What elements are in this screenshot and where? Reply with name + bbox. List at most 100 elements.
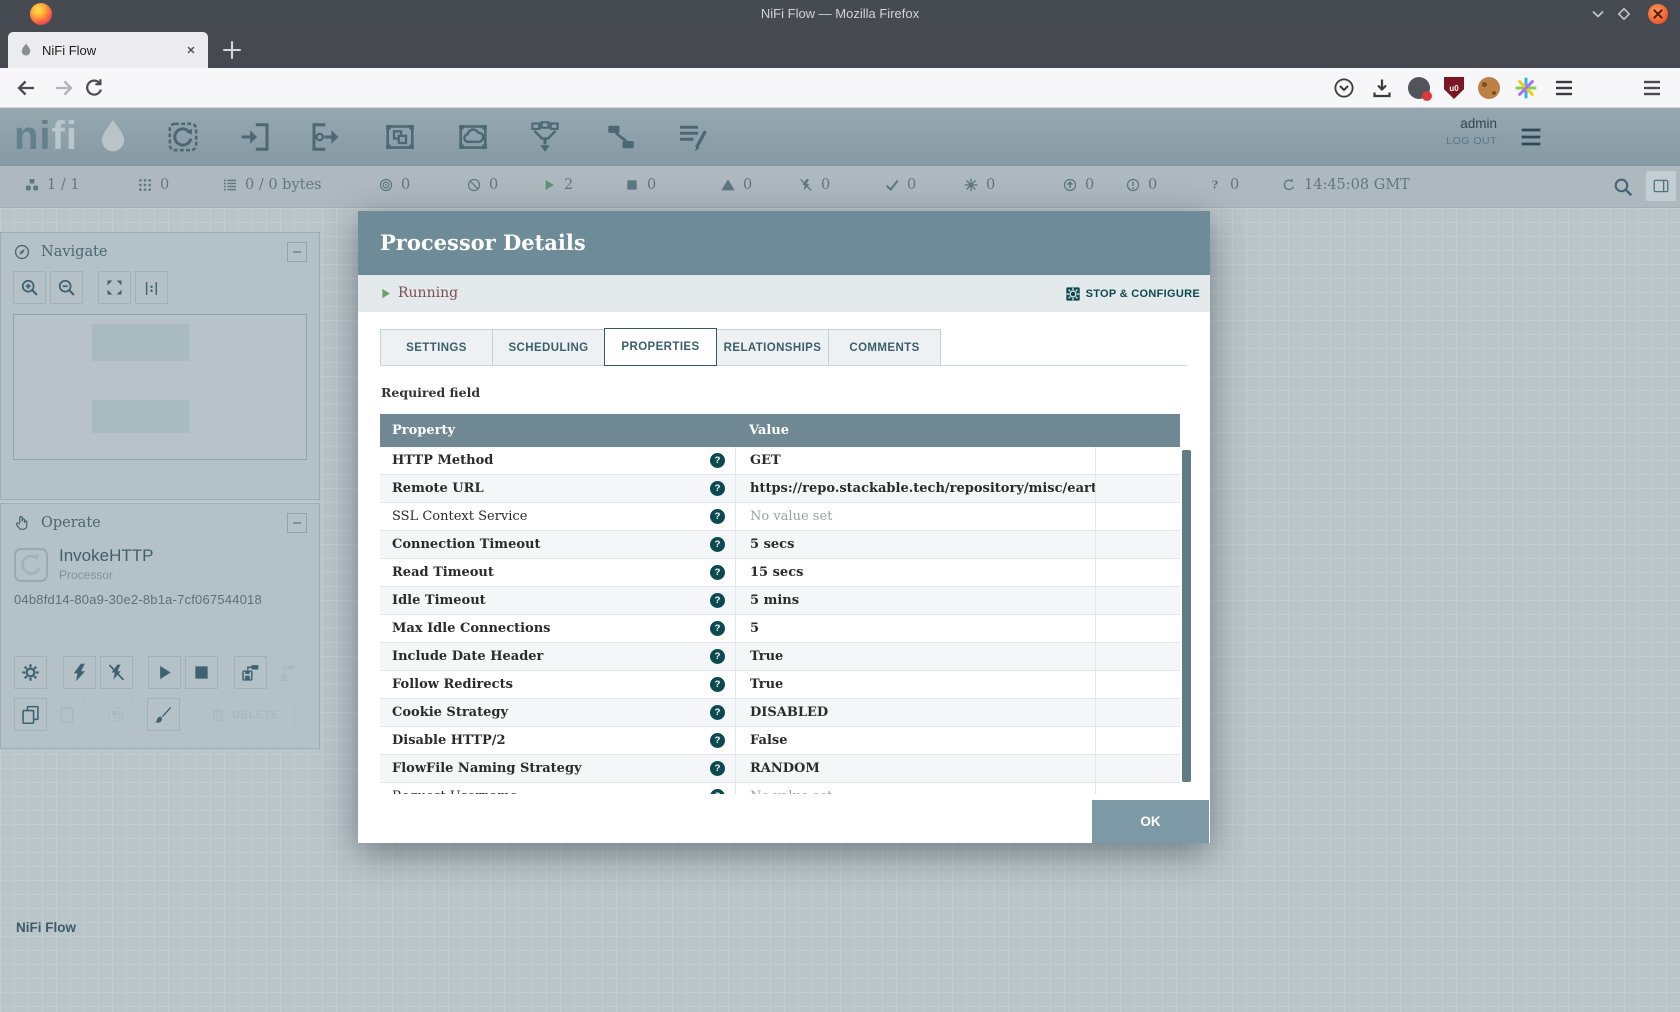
help-icon[interactable]: ? [710,537,725,552]
bolt-slash-button[interactable] [100,656,133,689]
help-icon[interactable]: ? [710,789,725,794]
dialog-scrollbar[interactable] [1182,450,1191,782]
funnel-icon[interactable] [527,119,563,155]
browser-toolbar: https://172.18.0.3:32558/nifi/?processGr… [0,68,1680,108]
logout-link[interactable]: LOG OUT [1446,135,1497,147]
group-select-icon [105,704,126,725]
property-name: Include Date Header? [380,643,735,670]
minimize-icon[interactable] [1588,4,1608,24]
tab-relationships[interactable]: RELATIONSHIPS [716,329,829,365]
property-value: GET [735,447,1095,474]
actual-size-button[interactable]: |:| [135,271,168,304]
tab-close-icon[interactable] [184,43,198,57]
zoom-out-button[interactable] [50,271,83,304]
remote-process-group-icon[interactable] [455,119,491,155]
help-icon[interactable]: ? [710,453,725,468]
new-tab-button[interactable] [218,36,246,64]
zoom-in-button[interactable] [13,271,46,304]
help-icon[interactable]: ? [710,593,725,608]
help-icon[interactable]: ? [710,509,725,524]
list-icon [222,177,238,193]
save-template-icon [240,662,261,683]
label-icon[interactable] [674,119,710,155]
status-refresh: 14:45:08 GMT [1281,177,1410,193]
property-row-extra [1095,587,1180,614]
help-icon[interactable]: ? [710,733,725,748]
brush-icon [153,704,174,725]
help-icon[interactable]: ? [710,621,725,636]
close-window-icon[interactable] [1648,4,1668,24]
search-icon[interactable] [1612,176,1634,198]
process-group-icon[interactable] [382,119,418,155]
menu-icon[interactable] [1552,76,1576,100]
status-value: 14:45:08 GMT [1304,177,1410,193]
nifi-status-bar: 1 / 100 / 0 bytes0020000000?014:45:08 GM… [0,166,1680,208]
status-list: 0 / 0 bytes [222,177,322,193]
help-icon[interactable]: ? [710,705,725,720]
browser-tab[interactable]: NiFi Flow [8,32,208,68]
help-icon[interactable]: ? [710,649,725,664]
back-icon[interactable] [14,76,38,100]
gear-button[interactable] [14,656,47,689]
property-name: HTTP Method? [380,447,735,474]
maximize-icon[interactable] [1614,4,1634,24]
help-icon[interactable]: ? [710,565,725,580]
dialog-title: Processor Details [380,211,586,275]
template-icon[interactable] [603,119,639,155]
input-port-icon[interactable] [237,119,273,155]
output-port-icon[interactable] [308,119,344,155]
help-icon[interactable]: ? [710,677,725,692]
brush-button[interactable] [147,698,180,731]
copy-button[interactable] [14,698,47,731]
tab-properties[interactable]: PROPERTIES [604,328,717,366]
browser-menu-icon[interactable] [1640,76,1664,100]
tab-settings[interactable]: SETTINGS [380,329,493,365]
status-slash-circle: 0 [466,177,498,193]
stop-and-configure-button[interactable]: STOP & CONFIGURE [1065,275,1200,312]
cookie-icon[interactable] [1478,77,1500,99]
tab-comments[interactable]: COMMENTS [828,329,941,365]
reload-icon[interactable] [82,76,106,100]
help-icon[interactable]: ? [710,481,725,496]
property-row: Follow Redirects?True [380,671,1180,699]
window-title: NiFi Flow — Mozilla Firefox [0,0,1680,28]
fit-button[interactable] [98,271,131,304]
browser-tabstrip: NiFi Flow [0,28,1680,68]
upload-template-button[interactable] [270,656,303,689]
play-button[interactable] [148,656,181,689]
status-value: 2 [564,177,573,193]
collapse-navigate-button[interactable]: − [287,242,307,262]
account-icon[interactable] [1408,77,1430,99]
bolt-button[interactable] [63,656,96,689]
adblock-icon[interactable]: u0 [1444,77,1464,99]
paste-button[interactable] [51,698,84,731]
minimap-component [92,324,189,361]
save-template-button[interactable] [234,656,267,689]
forward-icon[interactable] [52,76,76,100]
extensions-icon[interactable] [1514,76,1538,100]
stop-button[interactable] [185,656,218,689]
processor-icon[interactable] [165,119,201,155]
global-menu-icon[interactable] [1517,123,1545,151]
ok-button[interactable]: OK [1092,800,1209,843]
property-row: Max Idle Connections?5 [380,615,1180,643]
pocket-icon[interactable] [1332,76,1356,100]
tab-scheduling[interactable]: SCHEDULING [492,329,605,365]
group-select-button[interactable] [99,698,132,731]
download-icon[interactable] [1370,76,1394,100]
flow-minimap[interactable] [13,314,307,460]
property-value: DISABLED [735,699,1095,726]
help-icon[interactable]: ? [710,761,725,776]
sun-icon [963,177,979,193]
selected-component-id: 04b8fd14-80a9-30e2-8b1a-7cf067544018 [14,592,262,607]
collapse-operate-button[interactable]: − [287,513,307,533]
nifi-droplet-icon [92,114,134,160]
trash-icon [210,707,226,723]
breadcrumb[interactable]: NiFi Flow [16,920,76,935]
property-row-extra [1095,643,1180,670]
selected-component-type: Processor [59,568,113,582]
status-question: ?0 [1207,177,1239,193]
status-sun: 0 [963,177,995,193]
bulletin-panel-button[interactable] [1646,171,1676,201]
delete-button[interactable]: DELETE [195,698,294,731]
